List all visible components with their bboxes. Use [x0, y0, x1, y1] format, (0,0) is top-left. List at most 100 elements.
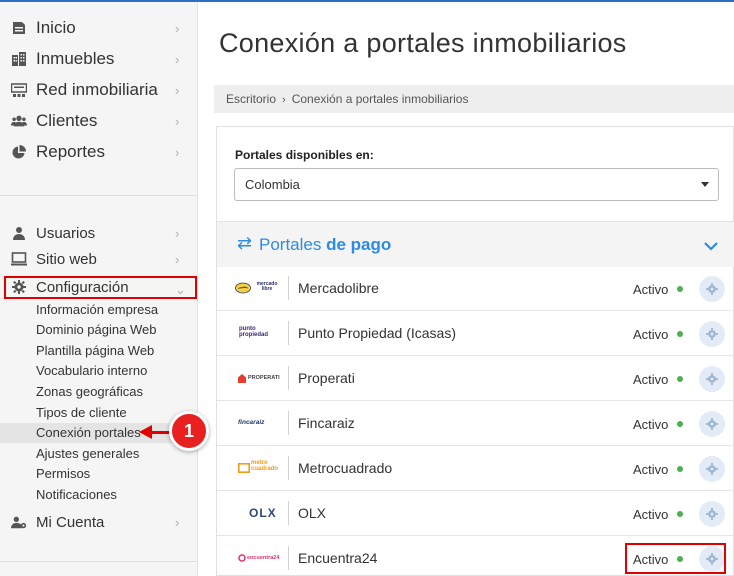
annotation-badge: 1: [169, 411, 209, 451]
status-dot: [677, 286, 683, 292]
portal-settings-button[interactable]: [699, 411, 725, 437]
chevron-right-icon: ›: [175, 144, 180, 160]
file-icon: [11, 20, 27, 36]
breadcrumb-item[interactable]: Escritorio: [226, 92, 276, 106]
sidebar-item-clientes[interactable]: Clientes ›: [0, 107, 198, 135]
sidebar-divider: [0, 195, 197, 196]
properati-logo-text: PROPERATI: [248, 375, 280, 381]
section-header-paid-portals[interactable]: ⇄ Portales de pago: [217, 221, 734, 267]
portal-name: Fincaraiz: [298, 415, 355, 431]
sidebar-item-label: Inicio: [36, 18, 76, 37]
portal-name: Metrocuadrado: [298, 460, 393, 476]
metrocuadrado-logo: metro cuadrado: [235, 459, 283, 477]
chevron-down-icon[interactable]: [704, 238, 718, 256]
portal-name: Mercadolibre: [298, 280, 379, 296]
sidebar-item-red-inmobiliaria[interactable]: Red inmobiliaria ›: [0, 76, 198, 104]
breadcrumb-item: Conexión a portales inmobiliarios: [291, 92, 469, 106]
portal-settings-button[interactable]: [699, 501, 725, 527]
olx-logo: OLX: [235, 504, 283, 522]
country-select-value: Colombia: [245, 177, 300, 192]
portal-settings-button[interactable]: [699, 321, 725, 347]
logo-divider: [288, 456, 289, 480]
mercadolibre-logo-text: mercado libre: [256, 281, 278, 292]
breadcrumb-separator-icon: ›: [282, 94, 286, 106]
sidebar-item-mi-cuenta[interactable]: Mi Cuenta ›: [0, 508, 198, 536]
page-title: Conexión a portales inmobiliarios: [219, 28, 627, 58]
sidebar-subitem[interactable]: Vocabulario interno: [0, 361, 197, 381]
logo-divider: [288, 501, 289, 525]
status-text: Activo: [633, 327, 669, 342]
metrocuadrado-logo-text: metro cuadrado: [251, 460, 279, 472]
sidebar-subitem[interactable]: Ajustes generales: [0, 444, 197, 464]
status-dot: [677, 331, 683, 337]
chevron-right-icon: ›: [175, 113, 180, 129]
network-icon: [11, 82, 27, 98]
portal-settings-button[interactable]: [699, 276, 725, 302]
portal-row-olx: OLX OLX Activo: [217, 491, 734, 536]
sidebar-item-inmuebles[interactable]: Inmuebles ›: [0, 45, 198, 73]
gear-icon: [706, 373, 718, 385]
sidebar-item-label: Usuarios: [36, 224, 96, 242]
sidebar-subitem[interactable]: Dominio página Web: [0, 320, 197, 340]
portal-row-fincaraiz: fincaraiz Fincaraiz Activo: [217, 401, 734, 446]
encuentra24-logo-text: encuentra24: [247, 555, 280, 561]
status-text: Activo: [633, 507, 669, 522]
sidebar-item-label: Red inmobiliaria: [36, 80, 158, 99]
fincaraiz-logo-text: fincaraiz: [238, 419, 265, 426]
sidebar-item-inicio[interactable]: Inicio ›: [0, 14, 198, 42]
annotation-arrow-head: [139, 425, 152, 439]
user-gear-icon: [11, 514, 27, 530]
sidebar-item-reportes[interactable]: Reportes ›: [0, 138, 198, 166]
fincaraiz-logo: fincaraiz: [235, 414, 283, 432]
sidebar-item-sitio-web[interactable]: Sitio web ›: [0, 245, 198, 273]
encuentra24-logo: encuentra24: [235, 549, 283, 567]
logo-divider: [288, 276, 289, 300]
gear-icon: [706, 508, 718, 520]
users-icon: [11, 113, 27, 129]
status-text: Activo: [633, 282, 669, 297]
status-text: Activo: [633, 372, 669, 387]
mercadolibre-logo: mercado libre: [235, 279, 283, 297]
building-icon: [11, 51, 27, 67]
logo-divider: [288, 366, 289, 390]
logo-divider: [288, 321, 289, 345]
status-dot: [677, 421, 683, 427]
portal-row-punto-propiedad: punto propiedad Punto Propiedad (Icasas)…: [217, 311, 734, 356]
portal-name: OLX: [298, 505, 327, 521]
portal-name: Properati: [298, 370, 355, 386]
properati-logo: PROPERATI: [235, 369, 283, 387]
highlight-box-configuracion: [4, 276, 197, 299]
sidebar-item-usuarios[interactable]: Usuarios ›: [0, 219, 198, 247]
user-icon: [11, 225, 27, 241]
breadcrumb: Escritorio › Conexión a portales inmobilia…: [214, 85, 734, 113]
portal-name: Encuentra24: [298, 550, 378, 566]
portal-settings-button[interactable]: [699, 366, 725, 392]
chevron-right-icon: ›: [175, 20, 180, 36]
chevron-right-icon: ›: [175, 225, 180, 241]
sidebar-subitem[interactable]: Información empresa: [0, 300, 197, 320]
sidebar-item-label: Sitio web: [36, 250, 97, 268]
status-text: Activo: [633, 462, 669, 477]
gear-icon: [706, 328, 718, 340]
sidebar-subitem[interactable]: Plantilla página Web: [0, 341, 197, 361]
portal-settings-button[interactable]: [699, 456, 725, 482]
olx-logo-text: OLX: [249, 506, 277, 520]
section-title-bold: de pago: [326, 235, 392, 254]
gear-icon: [706, 418, 718, 430]
punto-propiedad-logo-text: punto propiedad: [239, 326, 269, 338]
sidebar-subitem[interactable]: Permisos: [0, 464, 197, 484]
section-title: Portales de pago: [259, 235, 391, 255]
sidebar-subitem[interactable]: Zonas geográficas: [0, 382, 197, 402]
highlight-box-status: [625, 543, 726, 574]
monitor-icon: [11, 251, 27, 267]
sidebar-divider: [0, 561, 197, 562]
sidebar-subitem[interactable]: Notificaciones: [0, 485, 197, 505]
sidebar-item-label: Reportes: [36, 142, 105, 161]
sidebar-subitem[interactable]: Tipos de cliente: [0, 403, 197, 423]
country-select[interactable]: Colombia: [234, 168, 719, 201]
filter-label: Portales disponibles en:: [235, 148, 374, 162]
logo-divider: [288, 411, 289, 435]
status-dot: [677, 466, 683, 472]
gear-icon: [706, 463, 718, 475]
section-title-prefix: Portales: [259, 235, 327, 254]
